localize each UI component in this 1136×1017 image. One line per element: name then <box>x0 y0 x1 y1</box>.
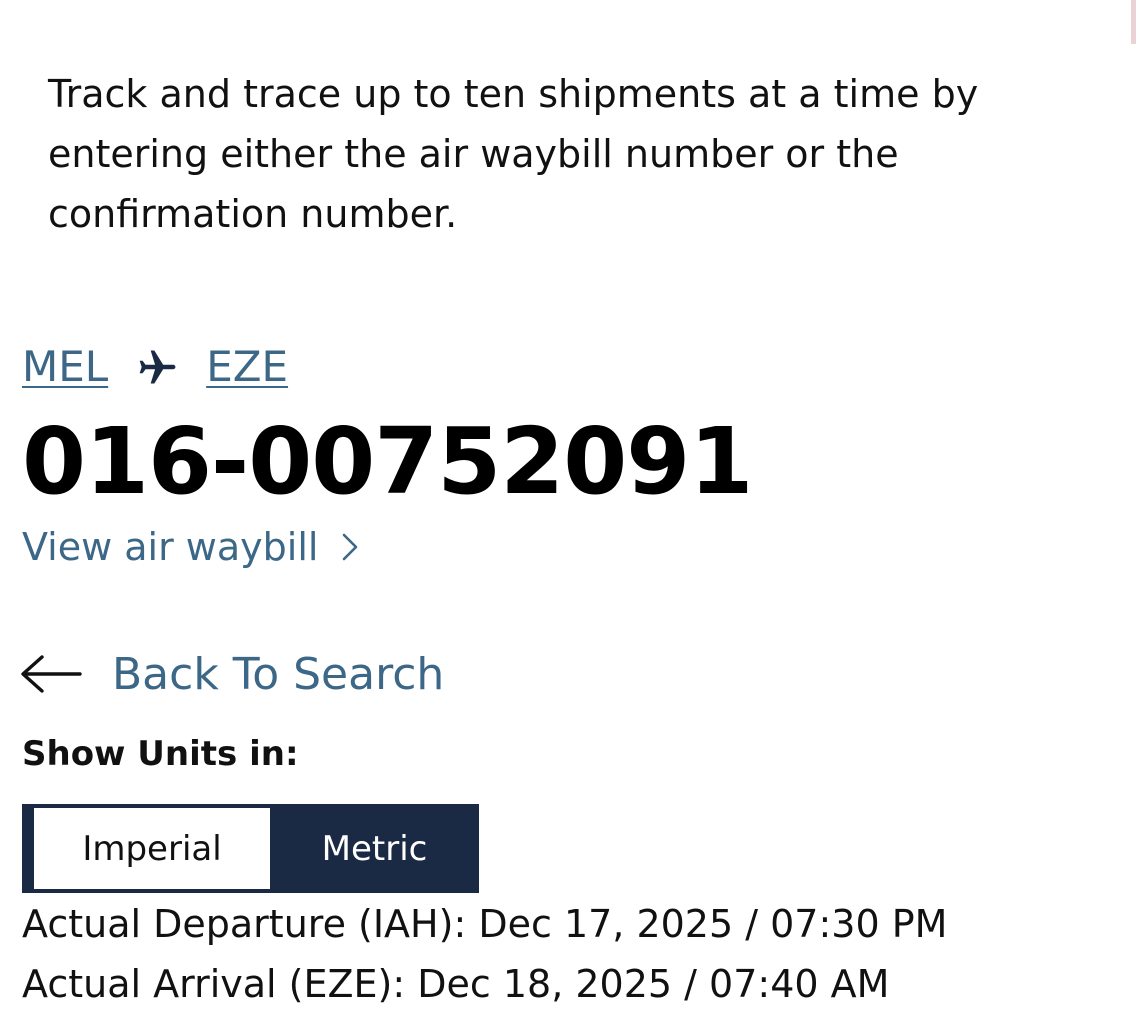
metric-option[interactable]: Metric <box>270 804 479 893</box>
units-toggle: Imperial Metric <box>22 804 479 893</box>
airplane-icon <box>139 350 176 384</box>
window-edge-marker <box>1131 0 1136 44</box>
imperial-option[interactable]: Imperial <box>34 808 270 889</box>
tracking-page: Track and trace up to ten shipments at a… <box>0 0 1136 1017</box>
back-to-search-label: Back To Search <box>112 648 445 700</box>
view-air-waybill-label: View air waybill <box>22 525 319 569</box>
actual-departure: Actual Departure (IAH): Dec 17, 2025 / 0… <box>22 902 948 946</box>
destination-airport-link[interactable]: EZE <box>206 338 288 396</box>
arrow-left-icon <box>21 655 82 693</box>
back-to-search-link[interactable]: Back To Search <box>20 642 444 706</box>
intro-text: Track and trace up to ten shipments at a… <box>48 72 979 236</box>
view-air-waybill-link[interactable]: View air waybill <box>22 520 360 574</box>
route: MEL EZE <box>22 338 288 396</box>
chevron-right-icon <box>343 533 358 561</box>
origin-airport-link[interactable]: MEL <box>22 338 108 396</box>
units-label: Show Units in: <box>22 734 299 774</box>
air-waybill-number: 016-00752091 <box>22 408 753 515</box>
actual-arrival: Actual Arrival (EZE): Dec 18, 2025 / 07:… <box>22 962 890 1006</box>
